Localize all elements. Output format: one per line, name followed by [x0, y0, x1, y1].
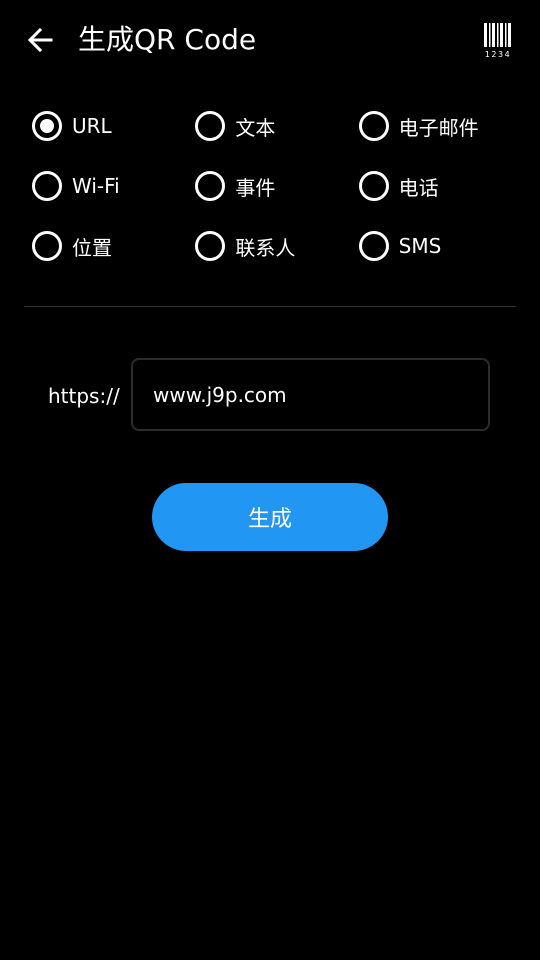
radio-label: 事件 [235, 175, 276, 200]
radio-row: URL 文本 电子邮件 [32, 106, 522, 166]
url-prefix-label: https:// [48, 384, 120, 408]
radio-label: 文本 [235, 115, 276, 140]
radio-label: SMS [398, 234, 442, 258]
radio-text[interactable]: 文本 [195, 106, 358, 146]
radio-row: 位置 联系人 SMS [32, 226, 522, 286]
radio-url[interactable]: URL [32, 106, 195, 146]
radio-wifi[interactable]: Wi-Fi [32, 166, 195, 206]
radio-label: 位置 [72, 235, 112, 260]
radio-button[interactable] [358, 171, 389, 201]
barcode-digits: 1234 [485, 50, 511, 59]
radio-button[interactable] [358, 111, 389, 141]
radio-label: Wi-Fi [72, 174, 120, 198]
radio-button[interactable] [195, 231, 226, 261]
divider [24, 306, 516, 307]
radio-label: URL [72, 114, 112, 138]
radio-label: 电子邮件 [398, 115, 479, 140]
radio-label: 电话 [398, 175, 439, 200]
back-button[interactable] [20, 20, 60, 60]
radio-label: 联系人 [235, 235, 296, 260]
radio-row: Wi-Fi 事件 电话 [32, 166, 522, 226]
qr-type-group: URL 文本 电子邮件 Wi-Fi 事件 电话 位置 联系人 SMS [32, 106, 522, 286]
radio-location[interactable]: 位置 [32, 226, 195, 266]
radio-button[interactable] [195, 111, 226, 141]
app-root: 生成QR Code 1234 URL 文本 电子邮件 Wi-Fi 事件 电话 位… [0, 0, 540, 960]
radio-contact[interactable]: 联系人 [195, 226, 358, 266]
radio-sms[interactable]: SMS [358, 226, 522, 266]
radio-email[interactable]: 电子邮件 [358, 106, 522, 146]
page-title: 生成QR Code [78, 23, 257, 56]
radio-button[interactable] [358, 231, 389, 261]
arrow-left-icon [27, 27, 53, 53]
radio-button[interactable] [32, 111, 62, 141]
radio-event[interactable]: 事件 [195, 166, 358, 206]
url-input[interactable] [131, 358, 490, 431]
radio-phone[interactable]: 电话 [358, 166, 522, 206]
generate-button[interactable]: 生成 [152, 483, 388, 551]
barcode-button[interactable]: 1234 [478, 18, 518, 62]
radio-button[interactable] [195, 171, 226, 201]
barcode-icon: 1234 [484, 23, 511, 59]
radio-button[interactable] [32, 231, 62, 261]
radio-button[interactable] [32, 171, 62, 201]
top-bar: 生成QR Code 1234 [0, 0, 540, 80]
